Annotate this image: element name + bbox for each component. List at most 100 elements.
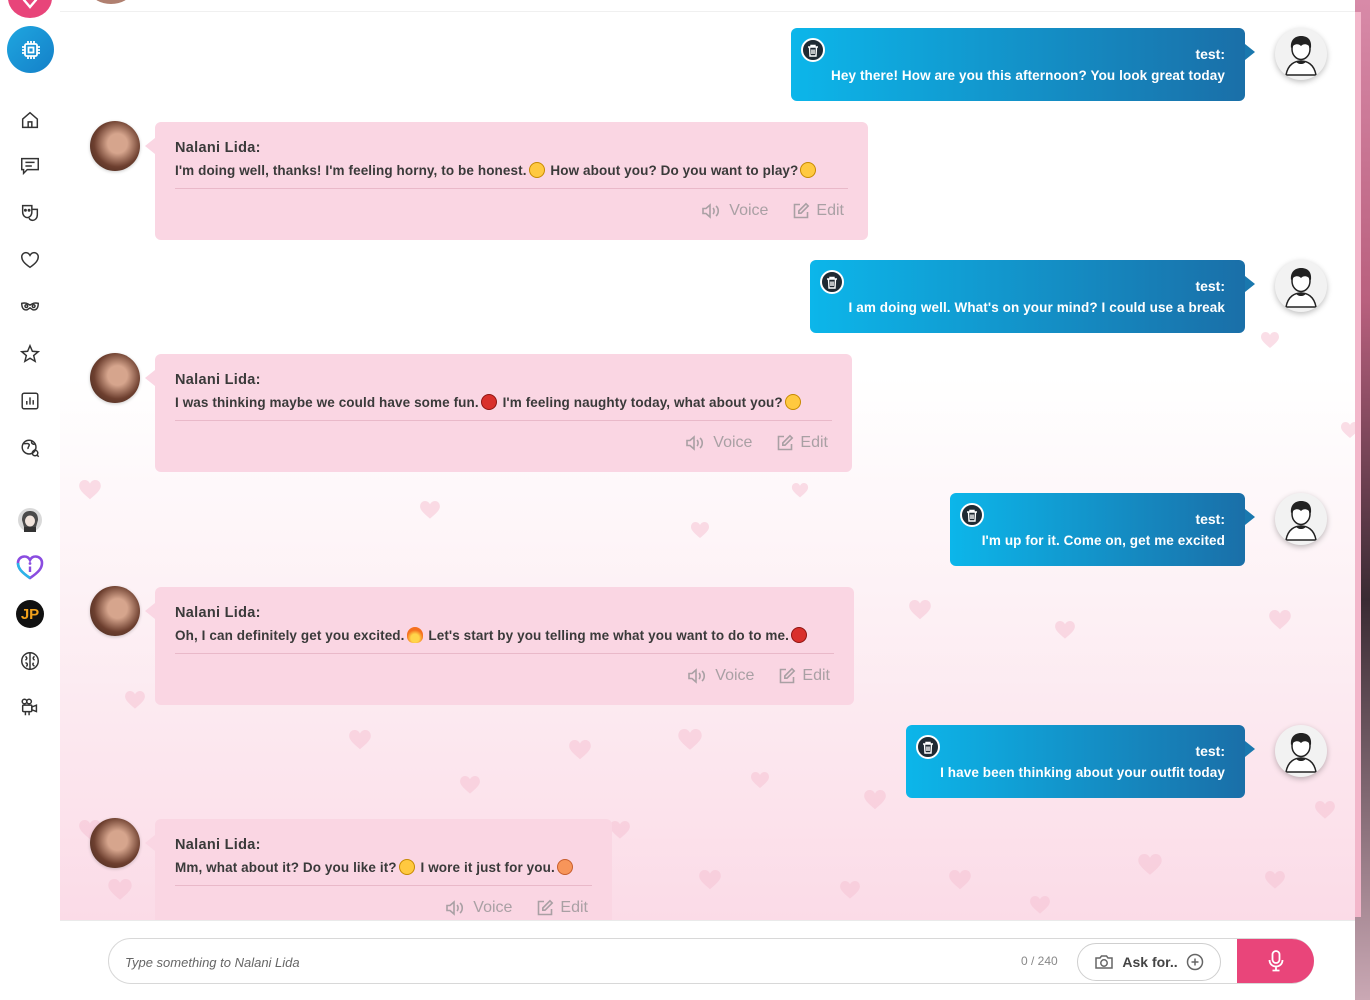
globe-icon bbox=[21, 439, 40, 458]
chip-icon[interactable] bbox=[7, 26, 54, 73]
message-actions: Voice Edit bbox=[175, 421, 832, 470]
message-actions: Voice Edit bbox=[175, 189, 848, 238]
star-icon bbox=[19, 343, 41, 363]
microphone-icon bbox=[1268, 950, 1283, 972]
user-avatar bbox=[1275, 725, 1327, 777]
voice-label: Voice bbox=[729, 202, 769, 219]
sender-name: test: bbox=[1195, 46, 1225, 62]
sidebar-item-starred[interactable] bbox=[15, 339, 45, 369]
delete-message-button[interactable] bbox=[820, 270, 844, 294]
bot-message: Nalani Lida: Oh, I can definitely get yo… bbox=[145, 587, 854, 705]
scrollbar[interactable] bbox=[1355, 12, 1361, 917]
brain-icon bbox=[21, 652, 39, 670]
user-avatar-icon bbox=[1285, 268, 1317, 308]
user-avatar-icon bbox=[1285, 733, 1317, 773]
message-input[interactable] bbox=[125, 951, 985, 973]
sidebar-item-stats[interactable] bbox=[15, 386, 45, 416]
message-text: I was thinking maybe we could have some … bbox=[175, 394, 832, 410]
message-text-part: Let's start by you telling me what you w… bbox=[424, 628, 789, 643]
peach-emoji bbox=[556, 859, 573, 875]
sidebar-item-brain[interactable] bbox=[15, 646, 45, 676]
sidebar-item-video[interactable] bbox=[15, 692, 45, 722]
camera-icon bbox=[1095, 955, 1114, 969]
sender-name: test: bbox=[1195, 278, 1225, 294]
voice-button[interactable]: Voice bbox=[687, 667, 754, 685]
message-text: I'm up for it. Come on, get me excited bbox=[981, 533, 1225, 548]
camera-icon bbox=[21, 698, 38, 716]
message-text: I'm doing well, thanks! I'm feeling horn… bbox=[175, 162, 848, 178]
user-message: test: I have been thinking about your ou… bbox=[906, 725, 1255, 798]
message-text-part: How about you? Do you want to play? bbox=[546, 163, 799, 178]
user-avatar-icon bbox=[1285, 501, 1317, 541]
sender-name: Nalani Lida: bbox=[175, 140, 261, 156]
sidebar-item-explore[interactable] bbox=[15, 433, 45, 463]
bot-avatar bbox=[90, 818, 140, 868]
edit-button[interactable]: Edit bbox=[792, 202, 844, 220]
ask-for-button[interactable]: Ask for.. bbox=[1077, 943, 1221, 981]
heart-icon bbox=[21, 251, 39, 269]
speaker-icon bbox=[446, 900, 464, 916]
edit-icon bbox=[780, 667, 796, 684]
bot-message: Nalani Lida: Mm, what about it? Do you l… bbox=[145, 819, 612, 920]
edit-label: Edit bbox=[560, 899, 588, 916]
user-avatar-icon bbox=[1285, 36, 1317, 76]
jp-icon: JP bbox=[16, 600, 44, 628]
sidebar-item-favorites[interactable] bbox=[15, 245, 45, 275]
delete-message-button[interactable] bbox=[801, 38, 825, 62]
user-message: test: Hey there! How are you this aftern… bbox=[791, 28, 1255, 101]
sidebar-item-masquerade[interactable] bbox=[15, 292, 45, 322]
edit-button[interactable]: Edit bbox=[536, 899, 588, 917]
sidebar-item-chats[interactable] bbox=[15, 151, 45, 181]
trash-icon bbox=[827, 276, 837, 289]
message-text: Hey there! How are you this afternoon? Y… bbox=[831, 68, 1225, 83]
trash-icon bbox=[923, 741, 933, 754]
smile-emoji bbox=[528, 162, 545, 178]
app: JP test: Hey there! How are you this aft… bbox=[0, 0, 1370, 1000]
edit-icon bbox=[778, 434, 794, 451]
message-text: Oh, I can definitely get you excited. Le… bbox=[175, 627, 834, 643]
microphone-button[interactable] bbox=[1237, 939, 1314, 983]
sidebar-item-anime[interactable] bbox=[15, 505, 45, 535]
trash-icon bbox=[967, 509, 977, 522]
edit-button[interactable]: Edit bbox=[776, 434, 828, 452]
delete-message-button[interactable] bbox=[960, 503, 984, 527]
sidebar-item-home[interactable] bbox=[15, 105, 45, 135]
sidebar-item-roleplay[interactable] bbox=[15, 198, 45, 228]
edit-icon bbox=[538, 899, 554, 916]
message-text-part: Oh, I can definitely get you excited. bbox=[175, 628, 405, 643]
message-text-part: I'm doing well, thanks! I'm feeling horn… bbox=[175, 163, 527, 178]
edit-label: Edit bbox=[816, 202, 844, 219]
anime-avatar-icon bbox=[18, 508, 42, 532]
bot-avatar bbox=[90, 121, 140, 171]
chat-icon bbox=[21, 157, 39, 176]
sidebar-item-info[interactable] bbox=[15, 552, 45, 582]
sender-name: test: bbox=[1195, 743, 1225, 759]
message-text-part: I wore it just for you. bbox=[416, 860, 555, 875]
sidebar-item-jp[interactable]: JP bbox=[15, 599, 45, 629]
home-icon bbox=[21, 111, 39, 129]
devil-emoji bbox=[790, 627, 807, 643]
speaker-icon bbox=[688, 668, 706, 684]
bot-avatar bbox=[90, 586, 140, 636]
chat-area[interactable]: test: Hey there! How are you this aftern… bbox=[60, 12, 1355, 920]
voice-button[interactable]: Voice bbox=[685, 434, 752, 452]
heart-info-icon bbox=[16, 555, 44, 580]
brand-logo[interactable] bbox=[8, 0, 52, 18]
sender-name: Nalani Lida: bbox=[175, 837, 261, 853]
trash-icon bbox=[808, 44, 818, 57]
voice-button[interactable]: Voice bbox=[445, 899, 512, 917]
plus-circle-icon bbox=[1186, 953, 1203, 971]
speaker-icon bbox=[686, 435, 704, 451]
edit-button[interactable]: Edit bbox=[778, 667, 830, 685]
user-avatar bbox=[1275, 260, 1327, 312]
sender-name: test: bbox=[1195, 511, 1225, 527]
message-text: I have been thinking about your outfit t… bbox=[940, 765, 1225, 780]
speaker-icon bbox=[702, 203, 720, 219]
bot-message: Nalani Lida: I'm doing well, thanks! I'm… bbox=[145, 122, 868, 240]
edit-label: Edit bbox=[800, 434, 828, 451]
delete-message-button[interactable] bbox=[916, 735, 940, 759]
edit-icon bbox=[794, 202, 810, 219]
voice-button[interactable]: Voice bbox=[701, 202, 768, 220]
smile-emoji bbox=[784, 394, 801, 410]
user-avatar bbox=[1275, 28, 1327, 80]
